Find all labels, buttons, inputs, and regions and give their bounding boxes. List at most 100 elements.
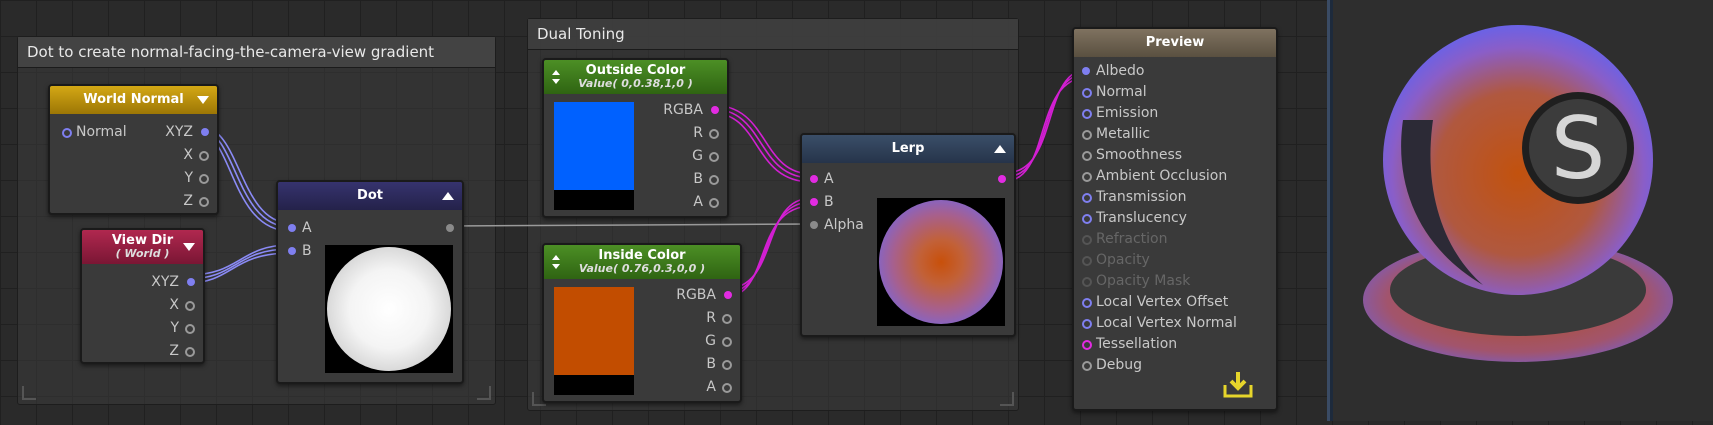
output-socket-icon[interactable]: [709, 175, 719, 185]
preview-input-translucency[interactable]: Translucency: [1082, 208, 1187, 228]
input-socket-icon[interactable]: [1082, 361, 1092, 371]
input-socket-icon[interactable]: [1082, 172, 1092, 182]
output-socket-icon[interactable]: [201, 128, 209, 136]
input-socket-icon[interactable]: [1082, 256, 1092, 266]
preview-input-tessellation[interactable]: Tessellation: [1082, 334, 1177, 354]
input-socket-icon[interactable]: [1082, 109, 1092, 119]
input-socket-icon[interactable]: [288, 224, 296, 232]
port-x-output[interactable]: X: [183, 145, 209, 165]
output-socket-icon[interactable]: [722, 314, 732, 324]
input-socket-icon[interactable]: [62, 128, 72, 138]
collapse-arrow-icon[interactable]: [183, 243, 195, 251]
output-socket-icon[interactable]: [185, 324, 195, 334]
preview-header[interactable]: Preview: [1074, 29, 1276, 57]
output-socket-icon[interactable]: [199, 197, 209, 207]
output-socket-icon[interactable]: [722, 360, 732, 370]
preview-input-smoothness[interactable]: Smoothness: [1082, 145, 1182, 165]
preview-input-metallic[interactable]: Metallic: [1082, 124, 1150, 144]
inside-color-node[interactable]: Inside Color Value( 0.76,0.3,0,0 ) RGBA …: [542, 243, 742, 403]
port-g-output[interactable]: G: [705, 331, 732, 351]
preview-input-refraction[interactable]: Refraction: [1082, 229, 1168, 249]
port-normal-input[interactable]: Normal: [62, 122, 127, 142]
lerp-node[interactable]: Lerp A B Alpha: [800, 133, 1016, 337]
dot-node[interactable]: Dot A B: [276, 180, 464, 384]
port-z-output[interactable]: Z: [183, 191, 209, 211]
output-socket-icon[interactable]: [185, 301, 195, 311]
port-xyz-output[interactable]: XYZ: [151, 272, 195, 292]
view-dir-node[interactable]: View Dir ( World ) XYZ X Y Z: [80, 228, 205, 364]
input-socket-icon[interactable]: [1082, 214, 1092, 224]
output-socket-icon[interactable]: [709, 198, 719, 208]
preview-input-local-vertex-normal[interactable]: Local Vertex Normal: [1082, 313, 1237, 333]
input-socket-icon[interactable]: [1082, 277, 1092, 287]
preview-input-emission[interactable]: Emission: [1082, 103, 1158, 123]
port-y-output[interactable]: Y: [170, 318, 195, 338]
port-z-output[interactable]: Z: [169, 341, 195, 361]
preview-input-ambient-occlusion[interactable]: Ambient Occlusion: [1082, 166, 1227, 186]
port-y-output[interactable]: Y: [184, 168, 209, 188]
input-socket-icon[interactable]: [1082, 235, 1092, 245]
output-socket-icon[interactable]: [998, 175, 1006, 183]
view-dir-header[interactable]: View Dir ( World ): [82, 230, 203, 264]
port-b-output[interactable]: B: [693, 169, 719, 189]
input-socket-icon[interactable]: [1082, 88, 1092, 98]
input-socket-icon[interactable]: [288, 247, 296, 255]
port-xyz-output[interactable]: XYZ: [165, 122, 209, 142]
port-a-output[interactable]: A: [693, 192, 719, 212]
sort-arrows-icon[interactable]: [552, 255, 560, 269]
output-socket-icon[interactable]: [709, 129, 719, 139]
input-socket-icon[interactable]: [1082, 193, 1092, 203]
input-socket-icon[interactable]: [1082, 340, 1092, 350]
port-g-output[interactable]: G: [692, 146, 719, 166]
output-socket-icon[interactable]: [187, 278, 195, 286]
port-rgba-output[interactable]: RGBA: [663, 100, 719, 120]
output-socket-icon[interactable]: [722, 383, 732, 393]
material-preview-render[interactable]: S: [1333, 0, 1713, 421]
port-r-output[interactable]: R: [693, 123, 719, 143]
material-preview-panel[interactable]: S: [1327, 0, 1713, 421]
port-a-input[interactable]: A: [810, 169, 834, 189]
port-a-input[interactable]: A: [288, 218, 312, 238]
input-socket-icon[interactable]: [1082, 130, 1092, 140]
output-socket-icon[interactable]: [711, 106, 719, 114]
input-socket-icon[interactable]: [810, 221, 818, 229]
outside-color-node[interactable]: Outside Color Value( 0,0.38,1,0 ) RGBA R…: [542, 58, 729, 218]
output-socket-icon[interactable]: [446, 224, 454, 232]
output-socket-icon[interactable]: [709, 152, 719, 162]
output-socket-icon[interactable]: [199, 174, 209, 184]
port-r-output[interactable]: R: [706, 308, 732, 328]
output-socket-icon[interactable]: [722, 337, 732, 347]
expand-arrow-icon[interactable]: [442, 192, 454, 200]
lerp-header[interactable]: Lerp: [802, 135, 1014, 163]
output-socket-icon[interactable]: [185, 347, 195, 357]
preview-input-opacity-mask[interactable]: Opacity Mask: [1082, 271, 1190, 291]
input-socket-icon[interactable]: [810, 175, 818, 183]
port-b-input[interactable]: B: [810, 192, 834, 212]
expand-arrow-icon[interactable]: [994, 145, 1006, 153]
input-socket-icon[interactable]: [810, 198, 818, 206]
collapse-arrow-icon[interactable]: [197, 96, 209, 104]
port-a-output[interactable]: A: [706, 377, 732, 397]
preview-input-transmission[interactable]: Transmission: [1082, 187, 1186, 207]
preview-input-local-vertex-offset[interactable]: Local Vertex Offset: [1082, 292, 1228, 312]
port-b-input[interactable]: B: [288, 241, 312, 261]
preview-input-opacity[interactable]: Opacity: [1082, 250, 1150, 270]
preview-input-debug[interactable]: Debug: [1082, 355, 1142, 375]
inside-color-header[interactable]: Inside Color Value( 0.76,0.3,0,0 ): [544, 245, 740, 279]
port-alpha-input[interactable]: Alpha: [810, 215, 864, 235]
sort-arrows-icon[interactable]: [552, 70, 560, 84]
preview-output-node[interactable]: Preview Albedo Normal Emission Metallic Smoo…: [1072, 27, 1278, 411]
world-normal-node[interactable]: World Normal Normal XYZ X Y Z: [48, 84, 219, 215]
input-socket-icon[interactable]: [1082, 298, 1092, 308]
outside-color-header[interactable]: Outside Color Value( 0,0.38,1,0 ): [544, 60, 727, 94]
input-socket-icon[interactable]: [1082, 151, 1092, 161]
output-socket-icon[interactable]: [724, 291, 732, 299]
port-rgba-output[interactable]: RGBA: [676, 285, 732, 305]
output-socket-icon[interactable]: [199, 151, 209, 161]
download-icon[interactable]: [1222, 369, 1254, 399]
port-b-output[interactable]: B: [706, 354, 732, 374]
input-socket-icon[interactable]: [1082, 67, 1090, 75]
input-socket-icon[interactable]: [1082, 319, 1092, 329]
dot-header[interactable]: Dot: [278, 182, 462, 210]
world-normal-header[interactable]: World Normal: [50, 86, 217, 114]
